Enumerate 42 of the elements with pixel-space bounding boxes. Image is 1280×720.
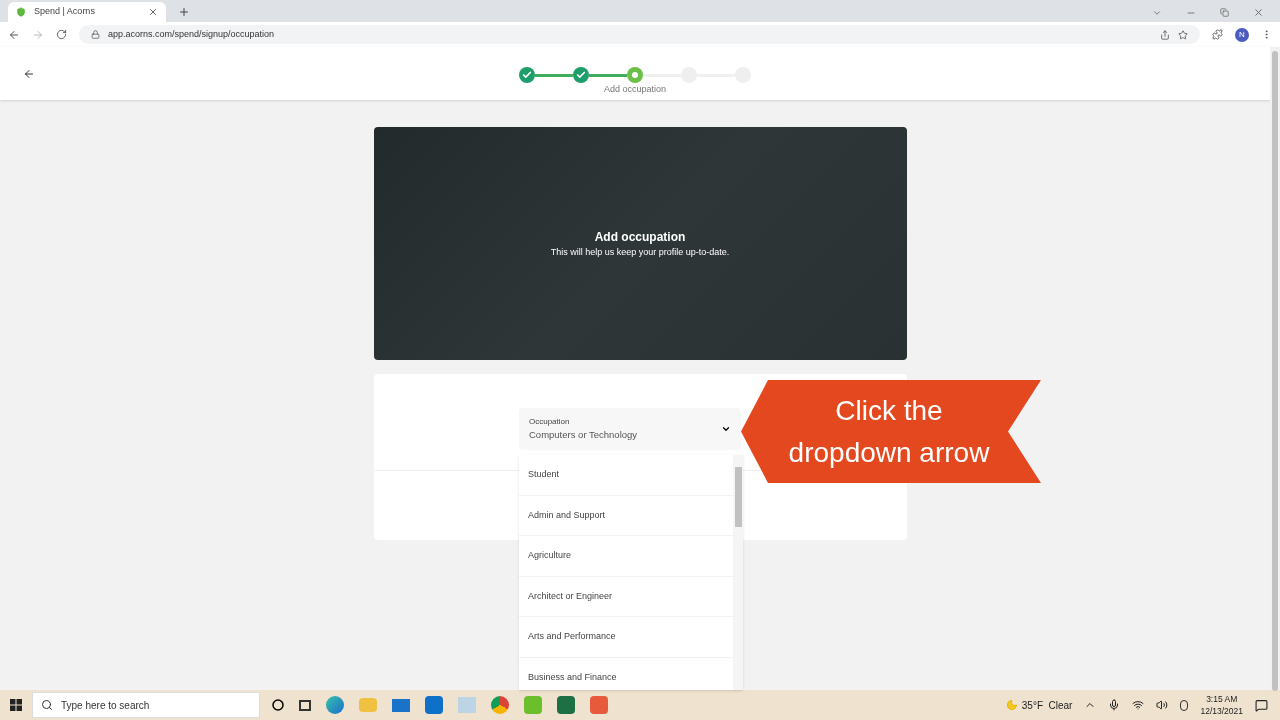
- windows-start-icon[interactable]: [10, 699, 22, 711]
- close-icon[interactable]: [148, 7, 158, 17]
- moon-icon: [1005, 699, 1018, 711]
- field-label: Occupation: [529, 415, 571, 428]
- page-scrollbar[interactable]: [1272, 51, 1278, 691]
- clock-time[interactable]: 3:15 AM: [1206, 693, 1238, 705]
- profile-avatar[interactable]: N: [1235, 27, 1249, 42]
- app-icon[interactable]: [590, 696, 608, 714]
- share-icon[interactable]: [1160, 29, 1170, 40]
- close-icon[interactable]: [1253, 7, 1264, 18]
- back-icon[interactable]: [23, 67, 35, 80]
- address-bar[interactable]: app.acorns.com/spend/signup/occupation: [79, 25, 1200, 44]
- field-value: Computers or Technology: [529, 427, 639, 442]
- reload-icon[interactable]: [56, 29, 67, 40]
- hero-subtitle: This will help us keep your profile up-to-date.: [550, 245, 730, 259]
- occupation-dropdown[interactable]: Occupation Computers or Technology: [519, 408, 741, 450]
- taskbar-search-field[interactable]: Type here to search: [32, 692, 260, 718]
- lock-icon: [91, 30, 100, 39]
- notifications-icon[interactable]: [1255, 698, 1268, 712]
- microphone-icon[interactable]: [1108, 699, 1121, 711]
- step-connector: [589, 73, 627, 77]
- shield-icon: [16, 7, 26, 17]
- callout-text: dropdown arrow: [788, 435, 990, 470]
- callout-text: Click the: [835, 393, 943, 428]
- new-tab-icon[interactable]: [178, 6, 190, 18]
- browser-tab[interactable]: Spend | Acorns: [8, 2, 166, 22]
- search-icon: [41, 699, 53, 711]
- step-connector: [535, 73, 573, 77]
- extensions-icon[interactable]: [1212, 29, 1223, 40]
- star-icon[interactable]: [1178, 29, 1188, 40]
- restore-icon[interactable]: [1220, 8, 1229, 17]
- cortana-icon[interactable]: [272, 699, 284, 711]
- task-view-icon[interactable]: [299, 699, 311, 711]
- weather-text[interactable]: 35°F Clear: [1021, 697, 1073, 713]
- clock-date[interactable]: 12/13/2021: [1200, 705, 1243, 717]
- back-icon[interactable]: [8, 28, 20, 41]
- step-label: Add occupation: [604, 83, 666, 96]
- volume-icon[interactable]: [1156, 699, 1169, 711]
- network-icon[interactable]: [1132, 699, 1145, 711]
- caret-icon[interactable]: [721, 424, 731, 434]
- hero-title: Add occupation: [594, 228, 686, 246]
- scrollbar[interactable]: [733, 455, 743, 690]
